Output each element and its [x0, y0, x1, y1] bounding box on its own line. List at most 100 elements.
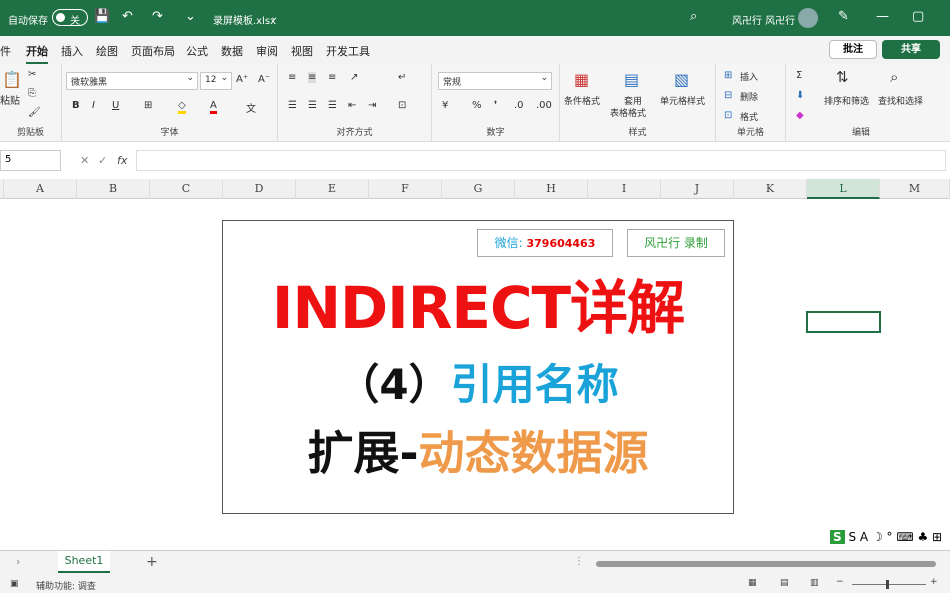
sort-filter-icon[interactable]: ⇅ — [836, 68, 849, 86]
autosave-toggle[interactable]: 关 — [52, 9, 88, 27]
zoom-slider[interactable] — [852, 584, 926, 585]
italic-icon[interactable]: I — [92, 100, 95, 111]
file-name[interactable]: 录屏模板.xlsx — [213, 12, 276, 27]
confirm-icon[interactable]: ✓ — [98, 154, 107, 167]
ime-icons[interactable]: S A ☽ ° ⌨ ♣ ⊞ — [848, 530, 942, 544]
minimize-icon[interactable]: — — [876, 9, 889, 24]
align-right-icon[interactable]: ☰ — [328, 100, 337, 111]
user-name[interactable]: 风卍行 风卍行 — [732, 12, 795, 27]
ime-toolbar[interactable]: S S A ☽ ° ⌨ ♣ ⊞ — [830, 530, 950, 548]
cell-style-label[interactable]: 单元格样式 — [660, 94, 705, 107]
customize-qat-icon[interactable]: ⌄ — [185, 9, 196, 24]
undo-icon[interactable]: ↶ — [122, 9, 133, 24]
insert-function-icon[interactable]: fx — [117, 154, 127, 167]
save-icon[interactable]: 💾 — [94, 9, 110, 24]
column-header-j[interactable]: J — [661, 179, 734, 199]
increase-decimal-icon[interactable]: .0 — [514, 100, 524, 111]
comments-button[interactable]: 批注 — [829, 40, 877, 59]
zoom-slider-thumb[interactable] — [886, 580, 889, 589]
horizontal-scrollbar[interactable] — [596, 561, 936, 567]
cancel-icon[interactable]: ✕ — [80, 154, 89, 167]
conditional-format-label[interactable]: 条件格式 — [564, 94, 600, 107]
fill-color-icon[interactable]: ◇ — [178, 100, 186, 114]
column-header-h[interactable]: H — [515, 179, 588, 199]
align-top-icon[interactable]: ≡ — [288, 72, 296, 83]
pen-icon[interactable]: ✎ — [838, 9, 849, 24]
column-header-g[interactable]: G — [442, 179, 515, 199]
formula-input[interactable] — [136, 150, 946, 171]
increase-indent-icon[interactable]: ⇥ — [368, 100, 376, 111]
orientation-icon[interactable]: ↗ — [350, 72, 358, 83]
clear-icon[interactable]: ◆ — [796, 110, 804, 121]
format-painter-icon[interactable]: 🖌 — [28, 107, 41, 118]
name-box[interactable]: 5 — [0, 150, 61, 171]
underline-icon[interactable]: U — [112, 100, 119, 111]
autosum-icon[interactable]: Σ — [796, 70, 802, 81]
active-cell[interactable] — [806, 311, 881, 333]
cell-style-icon[interactable]: ▧ — [674, 70, 689, 89]
column-header-e[interactable]: E — [296, 179, 369, 199]
sort-filter-label[interactable]: 排序和筛选 — [824, 94, 869, 107]
format-cells-label[interactable]: 格式 — [740, 110, 758, 123]
column-header-a[interactable]: A — [4, 179, 77, 199]
conditional-format-icon[interactable]: ▦ — [574, 70, 589, 89]
tab-file[interactable]: 件 — [0, 43, 11, 59]
format-cells-icon[interactable]: ⊡ — [724, 110, 732, 121]
column-header-d[interactable]: D — [223, 179, 296, 199]
column-header-c[interactable]: C — [150, 179, 223, 199]
sheet-scroll-left-icon[interactable]: › — [16, 555, 20, 568]
paste-label[interactable]: 粘贴 — [0, 92, 20, 107]
redo-icon[interactable]: ↷ — [152, 9, 163, 24]
align-middle-icon[interactable]: ≡ — [308, 72, 317, 83]
page-break-view-icon[interactable]: ▥ — [810, 578, 819, 588]
border-icon[interactable]: ⊞ — [144, 100, 152, 111]
tab-formulas[interactable]: 公式 — [186, 43, 208, 59]
tab-view[interactable]: 视图 — [291, 43, 313, 59]
align-bottom-icon[interactable]: ≡ — [328, 72, 336, 83]
page-layout-view-icon[interactable]: ▤ — [780, 578, 789, 588]
percent-icon[interactable]: % — [472, 100, 482, 111]
filename-chevron-icon[interactable]: ⌄ — [270, 12, 278, 23]
tab-draw[interactable]: 绘图 — [96, 43, 118, 59]
align-left-icon[interactable]: ☰ — [288, 100, 297, 111]
bold-icon[interactable]: B — [72, 100, 80, 111]
insert-cells-label[interactable]: 插入 — [740, 70, 758, 83]
restore-icon[interactable]: ▢ — [912, 9, 924, 24]
font-size-select[interactable]: 12 — [200, 72, 232, 90]
comma-icon[interactable]: ❜ — [494, 100, 497, 111]
add-sheet-icon[interactable]: + — [146, 554, 158, 570]
wrap-text-icon[interactable]: ↵ — [398, 72, 406, 83]
fill-icon[interactable]: ⬇ — [796, 90, 804, 101]
font-color-icon[interactable]: A — [210, 100, 217, 114]
number-format-select[interactable]: 常规 — [438, 72, 552, 90]
column-header-l[interactable]: L — [807, 179, 880, 199]
insert-cells-icon[interactable]: ⊞ — [724, 70, 732, 81]
share-button[interactable]: 共享 — [882, 40, 940, 59]
decrease-indent-icon[interactable]: ⇤ — [348, 100, 356, 111]
table-format-icon[interactable]: ▤ — [624, 70, 639, 89]
tab-page-layout[interactable]: 页面布局 — [131, 43, 175, 59]
column-header-k[interactable]: K — [734, 179, 807, 199]
avatar[interactable] — [798, 8, 818, 28]
column-header-i[interactable]: I — [588, 179, 661, 199]
delete-cells-icon[interactable]: ⊟ — [724, 90, 732, 101]
zoom-out-icon[interactable]: − — [836, 577, 844, 587]
accounting-icon[interactable]: ¥ — [442, 100, 448, 111]
column-header-f[interactable]: F — [369, 179, 442, 199]
find-icon[interactable]: ⌕ — [890, 68, 898, 86]
ime-logo-icon[interactable]: S — [830, 530, 845, 544]
decrease-decimal-icon[interactable]: .00 — [536, 100, 552, 111]
search-icon[interactable]: ⌕ — [690, 9, 697, 24]
find-select-label[interactable]: 查找和选择 — [878, 94, 923, 107]
merge-center-icon[interactable]: ⊡ — [398, 100, 406, 111]
copy-icon[interactable]: ⎘ — [28, 88, 36, 99]
delete-cells-label[interactable]: 删除 — [740, 90, 758, 103]
accessibility-status[interactable]: 辅助功能: 调查 — [36, 579, 96, 592]
cut-icon[interactable]: ✂ — [28, 69, 36, 80]
phonetic-icon[interactable]: 文 — [246, 100, 256, 115]
sheet-tab-sheet1[interactable]: Sheet1 — [58, 551, 110, 573]
column-header-b[interactable]: B — [77, 179, 150, 199]
tab-data[interactable]: 数据 — [221, 43, 243, 59]
paste-icon[interactable]: 📋 — [2, 70, 22, 89]
tab-review[interactable]: 审阅 — [256, 43, 278, 59]
